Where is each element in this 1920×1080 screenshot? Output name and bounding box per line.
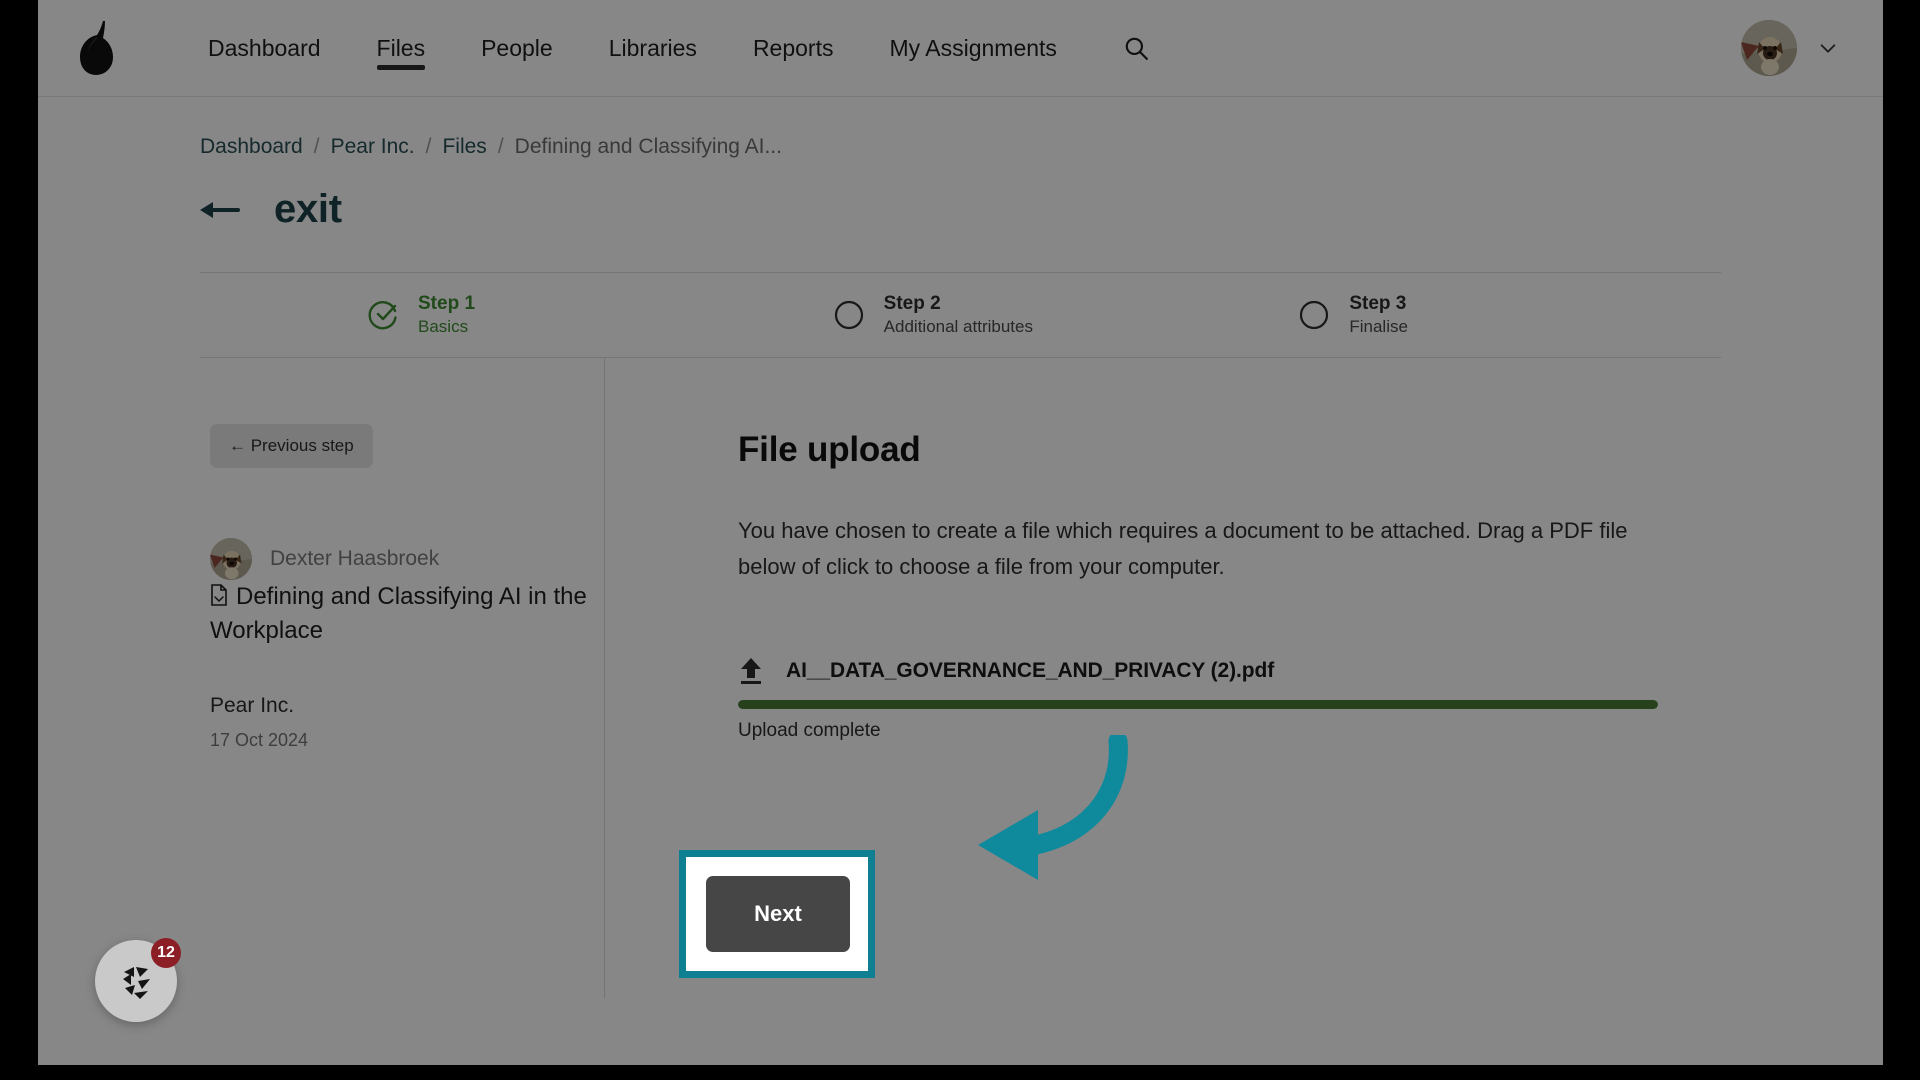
document-title-row: Defining and Classifying AI in the Workp… xyxy=(210,580,604,648)
stepper-step-2[interactable]: Step 2 Additional attributes xyxy=(790,292,1256,339)
uploader-row: Dexter Haasbroek xyxy=(210,538,604,580)
stepper-step-2-title: Step 2 xyxy=(883,292,941,314)
breadcrumb-item-current: Defining and Classifying AI... xyxy=(514,135,782,158)
screen-root: Dashboard Files People Libraries Reports… xyxy=(0,0,1920,1080)
circle-icon xyxy=(834,300,864,330)
app-window: Dashboard Files People Libraries Reports… xyxy=(38,0,1883,1065)
page-title: File upload xyxy=(738,430,921,469)
breadcrumb-item-files[interactable]: Files xyxy=(442,135,486,159)
chevron-down-icon[interactable] xyxy=(1817,37,1839,59)
avatar xyxy=(210,538,252,580)
search-icon[interactable] xyxy=(1119,31,1153,65)
breadcrumb: Dashboard / Pear Inc. / Files / Defining… xyxy=(200,135,1883,159)
stepper: Step 1 Basics Step 2 Additional attribut… xyxy=(200,272,1721,358)
stepper-step-1-title: Step 1 xyxy=(418,292,476,314)
nav-user-area xyxy=(1741,0,1839,96)
breadcrumb-separator: / xyxy=(497,135,504,158)
upload-icon xyxy=(738,656,764,686)
uploaded-file-row[interactable]: AI__DATA_GOVERNANCE_AND_PRIVACY (2).pdf xyxy=(738,656,1658,686)
document-title: Defining and Classifying AI in the Workp… xyxy=(210,583,587,645)
upload-progress-bar xyxy=(738,700,1658,710)
nav-link-my-assignments[interactable]: My Assignments xyxy=(861,0,1084,96)
document-date: 17 Oct 2024 xyxy=(210,730,309,751)
exit-button[interactable]: exit xyxy=(198,187,388,232)
breadcrumb-item-dashboard[interactable]: Dashboard xyxy=(200,135,303,159)
next-button[interactable]: Next xyxy=(706,876,850,952)
avatar[interactable] xyxy=(1741,20,1797,76)
pear-logo-icon[interactable] xyxy=(74,19,120,77)
check-circle-icon xyxy=(368,300,398,330)
pdf-file-icon xyxy=(210,584,228,606)
primary-nav-links: Dashboard Files People Libraries Reports… xyxy=(180,0,1085,96)
panel-description: You have chosen to create a file which r… xyxy=(738,518,1628,579)
stepper-step-3-subtitle: Finalise xyxy=(1349,316,1408,336)
document-sidebar: ← Previous step Dexter Haasbroek Definin… xyxy=(200,358,605,998)
arrow-left-icon xyxy=(198,197,240,223)
exit-label: exit xyxy=(274,187,342,231)
stepper-step-1-subtitle: Basics xyxy=(418,316,469,336)
previous-step-button[interactable]: ← Previous step xyxy=(210,424,373,468)
uploaded-file-name: AI__DATA_GOVERNANCE_AND_PRIVACY (2).pdf xyxy=(786,659,1275,683)
next-button-container: Next xyxy=(679,850,875,978)
upload-block: AI__DATA_GOVERNANCE_AND_PRIVACY (2).pdf … xyxy=(738,656,1658,742)
nav-link-files[interactable]: Files xyxy=(349,0,454,96)
breadcrumb-item-pear-inc[interactable]: Pear Inc. xyxy=(331,135,415,159)
nav-link-people[interactable]: People xyxy=(453,0,581,96)
organisation-name: Pear Inc. xyxy=(210,694,295,718)
chat-unread-badge: 12 xyxy=(151,938,181,968)
stepper-step-3[interactable]: Step 3 Finalise xyxy=(1255,292,1721,339)
breadcrumb-separator: / xyxy=(425,135,432,158)
content-area: ← Previous step Dexter Haasbroek Definin… xyxy=(200,358,1721,998)
stepper-step-2-subtitle: Additional attributes xyxy=(883,316,1033,336)
top-navigation-bar: Dashboard Files People Libraries Reports… xyxy=(38,0,1883,97)
upload-progress-fill xyxy=(738,700,1658,710)
stepper-step-3-title: Step 3 xyxy=(1349,292,1407,314)
chat-launcher-button[interactable]: 12 xyxy=(95,938,181,1022)
nav-link-reports[interactable]: Reports xyxy=(725,0,862,96)
uploader-name: Dexter Haasbroek xyxy=(270,547,440,570)
circle-icon xyxy=(1299,300,1329,330)
nav-link-libraries[interactable]: Libraries xyxy=(581,0,725,96)
stepper-step-1[interactable]: Step 1 Basics xyxy=(200,292,790,339)
breadcrumb-separator: / xyxy=(313,135,320,158)
upload-status-text: Upload complete xyxy=(738,720,881,742)
nav-link-dashboard[interactable]: Dashboard xyxy=(180,0,349,96)
